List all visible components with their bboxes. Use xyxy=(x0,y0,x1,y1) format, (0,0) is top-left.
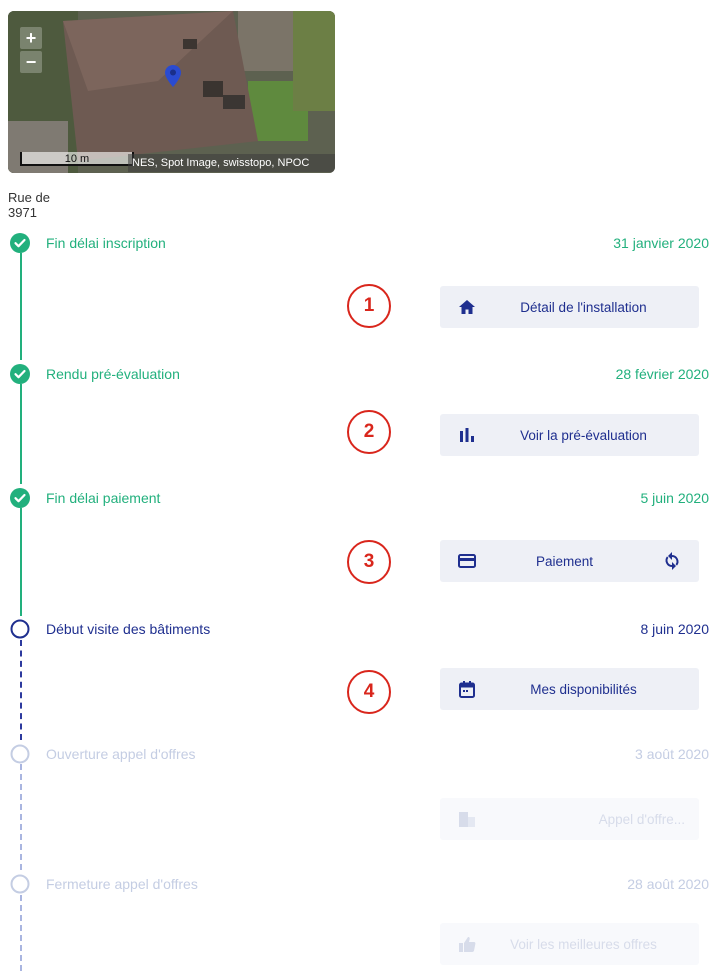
timeline-connector xyxy=(20,384,22,484)
circle-outline-icon xyxy=(10,744,30,764)
bar-chart-icon xyxy=(456,424,478,446)
map-attribution: NES, Spot Image, swisstopo, NPOC xyxy=(128,154,335,172)
address-street: Rue de xyxy=(8,190,50,205)
step-badge: 1 xyxy=(347,284,391,328)
timeline-label: Fin délai paiement xyxy=(46,490,161,506)
timeline-connector xyxy=(20,253,22,360)
address-postcode: 3971 xyxy=(8,205,37,220)
calendar-icon xyxy=(456,678,478,700)
timeline-label: Rendu pré-évaluation xyxy=(46,366,180,382)
thumbs-up-icon xyxy=(456,933,478,955)
button-label: Voir la pré-évaluation xyxy=(520,427,647,443)
timeline-label: Début visite des bâtiments xyxy=(46,621,211,637)
timeline-connector xyxy=(20,895,22,971)
circle-outline-icon xyxy=(10,874,30,894)
timeline-label: Ouverture appel d'offres xyxy=(46,746,196,762)
timeline-date: 3 août 2020 xyxy=(635,746,709,762)
timeline-date: 31 janvier 2020 xyxy=(613,235,709,251)
check-circle-icon xyxy=(10,233,30,253)
refresh-icon[interactable] xyxy=(661,552,683,570)
step-badge: 3 xyxy=(347,540,391,584)
button-label: Appel d'offre... xyxy=(598,811,685,827)
timeline-date: 5 juin 2020 xyxy=(640,490,709,506)
timeline-date: 28 février 2020 xyxy=(615,366,709,382)
check-circle-icon xyxy=(10,488,30,508)
step-badge: 2 xyxy=(347,410,391,454)
check-circle-icon xyxy=(10,364,30,384)
view-pre-evaluation-button[interactable]: Voir la pré-évaluation xyxy=(440,414,699,456)
timeline-connector xyxy=(20,508,22,616)
button-label: Voir les meilleures offres xyxy=(510,936,657,952)
timeline-date: 8 juin 2020 xyxy=(640,621,709,637)
button-label: Paiement xyxy=(535,553,594,569)
circle-outline-icon xyxy=(10,619,30,639)
location-map[interactable]: + − 10 m NES, Spot Image, swisstopo, NPO… xyxy=(8,11,335,173)
tender-call-button: Appel d'offre... xyxy=(440,798,699,840)
credit-card-icon xyxy=(456,550,478,572)
button-label: Détail de l'installation xyxy=(520,299,647,315)
timeline-connector xyxy=(20,764,22,870)
button-label: Mes disponibilités xyxy=(530,681,637,697)
timeline-label: Fermeture appel d'offres xyxy=(46,876,198,892)
timeline-label: Fin délai inscription xyxy=(46,235,166,251)
step-badge: 4 xyxy=(347,670,391,714)
building-icon xyxy=(456,808,478,830)
payment-button[interactable]: Paiement xyxy=(440,540,699,582)
address: Rue de 3971 xyxy=(8,190,50,220)
my-availabilities-button[interactable]: Mes disponibilités xyxy=(440,668,699,710)
map-scale: 10 m xyxy=(20,152,134,166)
zoom-out-button[interactable]: − xyxy=(20,51,42,73)
view-best-offers-button: Voir les meilleures offres xyxy=(440,923,699,965)
home-icon xyxy=(456,296,478,318)
installation-detail-button[interactable]: Détail de l'installation xyxy=(440,286,699,328)
timeline-date: 28 août 2020 xyxy=(627,876,709,892)
zoom-in-button[interactable]: + xyxy=(20,27,42,49)
timeline-connector xyxy=(20,640,22,740)
